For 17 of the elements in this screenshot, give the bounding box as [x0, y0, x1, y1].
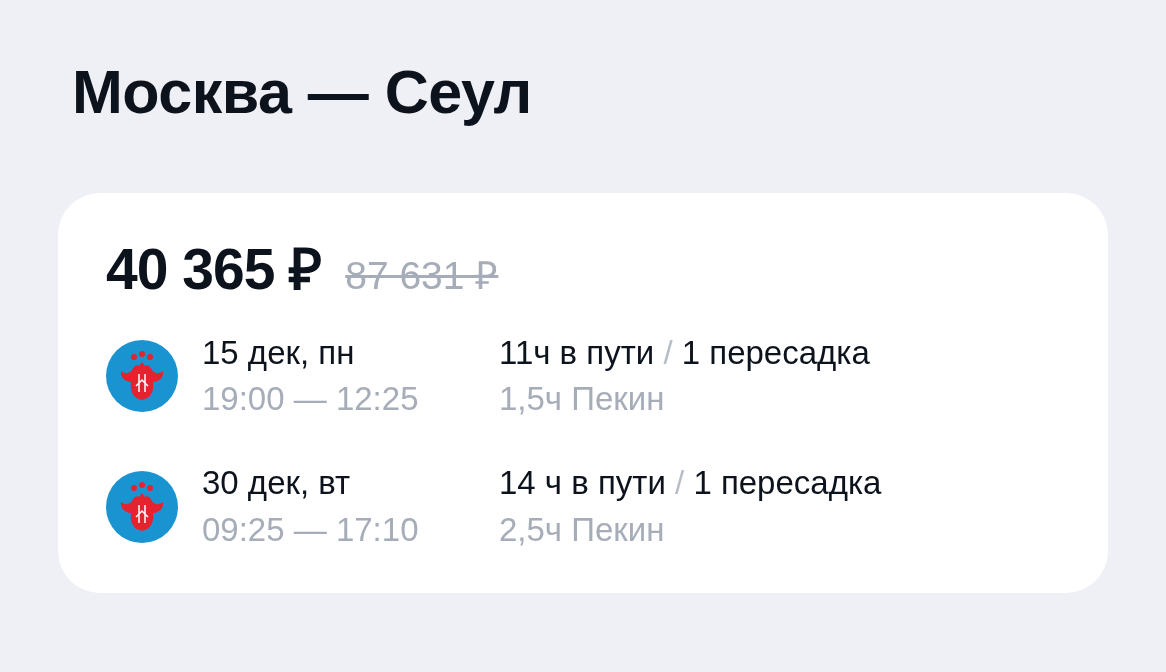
separator: /	[663, 334, 673, 371]
flight-date: 30 дек, вт	[202, 463, 352, 504]
offer-card[interactable]: 40 365 ₽ 87 631 ₽ 15 дек, пн 19:00 — 12:25 11ч в пути / 1 пересадка 1,5ч Пекин 30 дек, вт 09:25 — 17:10 14 ч в пути / 1 пересадка 2,5ч Пекин	[58, 193, 1108, 593]
flight-date: 15 дек, пн	[202, 333, 356, 373]
travel-time: 11ч в пути	[499, 334, 655, 371]
price: 40 365 ₽	[106, 241, 322, 298]
flower-logo-icon	[106, 470, 178, 543]
transfer-count: 1 пересадка	[693, 464, 882, 502]
travel-time: 14 ч в пути	[499, 464, 666, 502]
separator: /	[675, 464, 685, 502]
flight-times: 19:00 — 12:25	[202, 379, 420, 420]
flower-logo-icon	[106, 340, 178, 413]
layover-info: 2,5ч Пекин	[499, 510, 665, 548]
flight-times: 09:25 — 17:10	[202, 509, 420, 550]
old-price: 87 631 ₽	[345, 256, 499, 295]
layover-info: 1,5ч Пекин	[499, 380, 665, 418]
transfer-count: 1 пересадка	[681, 334, 870, 371]
